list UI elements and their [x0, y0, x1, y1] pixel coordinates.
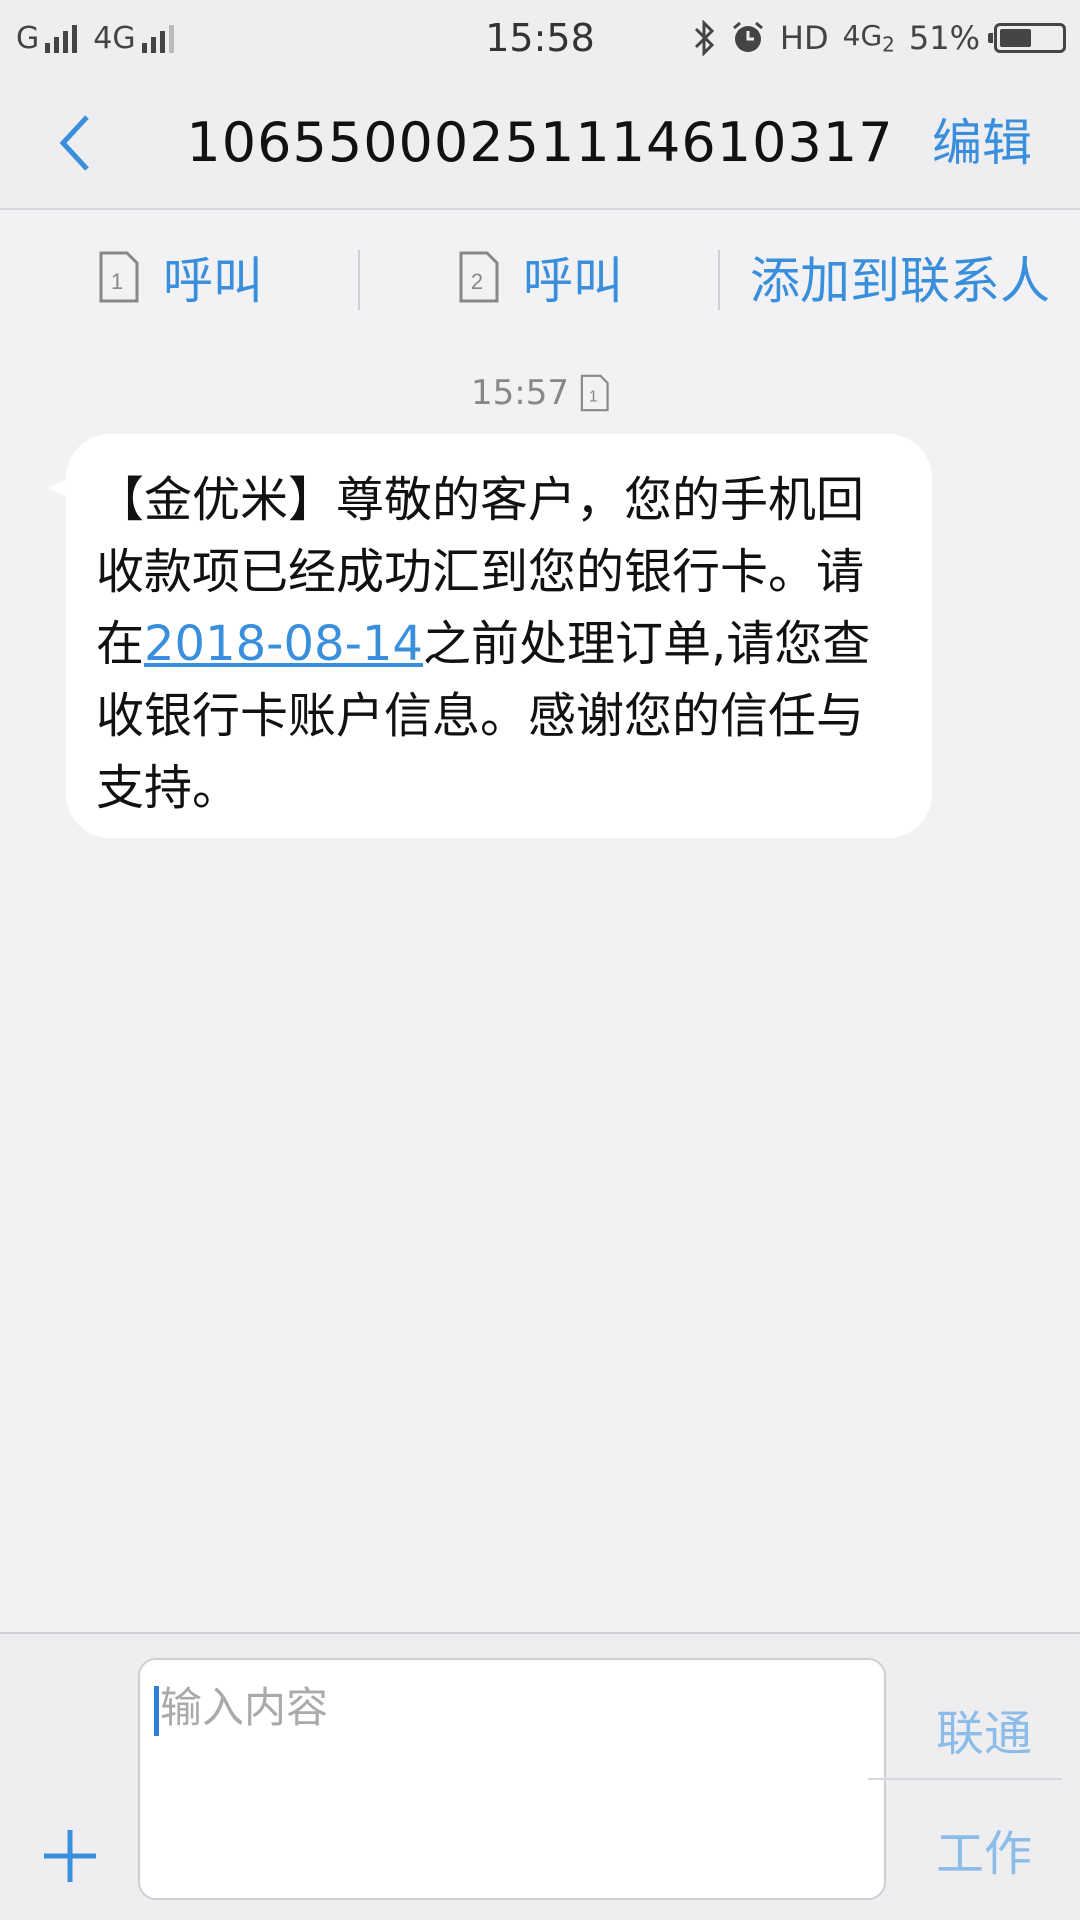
message-input[interactable]: 输入内容	[138, 1658, 886, 1900]
message-bubble[interactable]: 【金优米】尊敬的客户，您的手机回收款项已经成功汇到您的银行卡。请在2018-08…	[66, 434, 932, 838]
composer: 输入内容 联通 工作	[0, 1632, 1080, 1920]
call-sim1-button[interactable]: 1 呼叫	[0, 210, 360, 344]
add-to-contacts-label: 添加到联系人	[750, 252, 1050, 310]
message-timestamp: 15:57 1	[0, 368, 1080, 418]
date-link[interactable]: 2018-08-14	[144, 616, 423, 672]
svg-text:2: 2	[471, 269, 483, 294]
send-carrier-button[interactable]: 联通	[936, 1694, 1032, 1764]
call-sim2-button[interactable]: 2 呼叫	[360, 210, 720, 344]
call-sim1-label: 呼叫	[163, 252, 263, 310]
send-divider	[868, 1778, 1062, 1780]
chevron-left-icon	[59, 115, 89, 171]
svg-text:1: 1	[589, 389, 598, 406]
status-right: HD 4G2 51%	[692, 14, 1066, 62]
header: 10655000251114610317 编辑	[0, 76, 1080, 210]
edit-button[interactable]: 编辑	[932, 76, 1032, 210]
text-cursor	[154, 1686, 159, 1736]
sim-card-icon: 2	[459, 251, 499, 303]
battery-label: 51%	[908, 19, 980, 57]
status-bar: G 4G 15:58 HD 4G2 51%	[0, 0, 1080, 76]
alarm-icon	[732, 21, 763, 52]
battery-icon	[988, 23, 1066, 53]
send-work-button[interactable]: 工作	[936, 1814, 1032, 1884]
page-title: 10655000251114610317	[186, 111, 894, 174]
network2-label: 4G2	[842, 19, 895, 57]
call-sim2-label: 呼叫	[523, 252, 623, 310]
add-to-contacts-button[interactable]: 添加到联系人	[720, 210, 1080, 344]
action-bar: 1 呼叫 2 呼叫 添加到联系人	[0, 210, 1080, 344]
hd-label: HD	[779, 19, 829, 57]
bluetooth-icon	[694, 20, 715, 56]
svg-text:1: 1	[111, 269, 123, 294]
input-placeholder: 输入内容	[160, 1683, 329, 1732]
sim-card-icon: 1	[99, 251, 139, 303]
back-button[interactable]	[40, 106, 110, 180]
plus-icon	[44, 1830, 96, 1882]
add-attachment-button[interactable]	[38, 1824, 102, 1888]
sim-card-icon: 1	[580, 374, 609, 412]
message-time: 15:57	[471, 373, 569, 413]
